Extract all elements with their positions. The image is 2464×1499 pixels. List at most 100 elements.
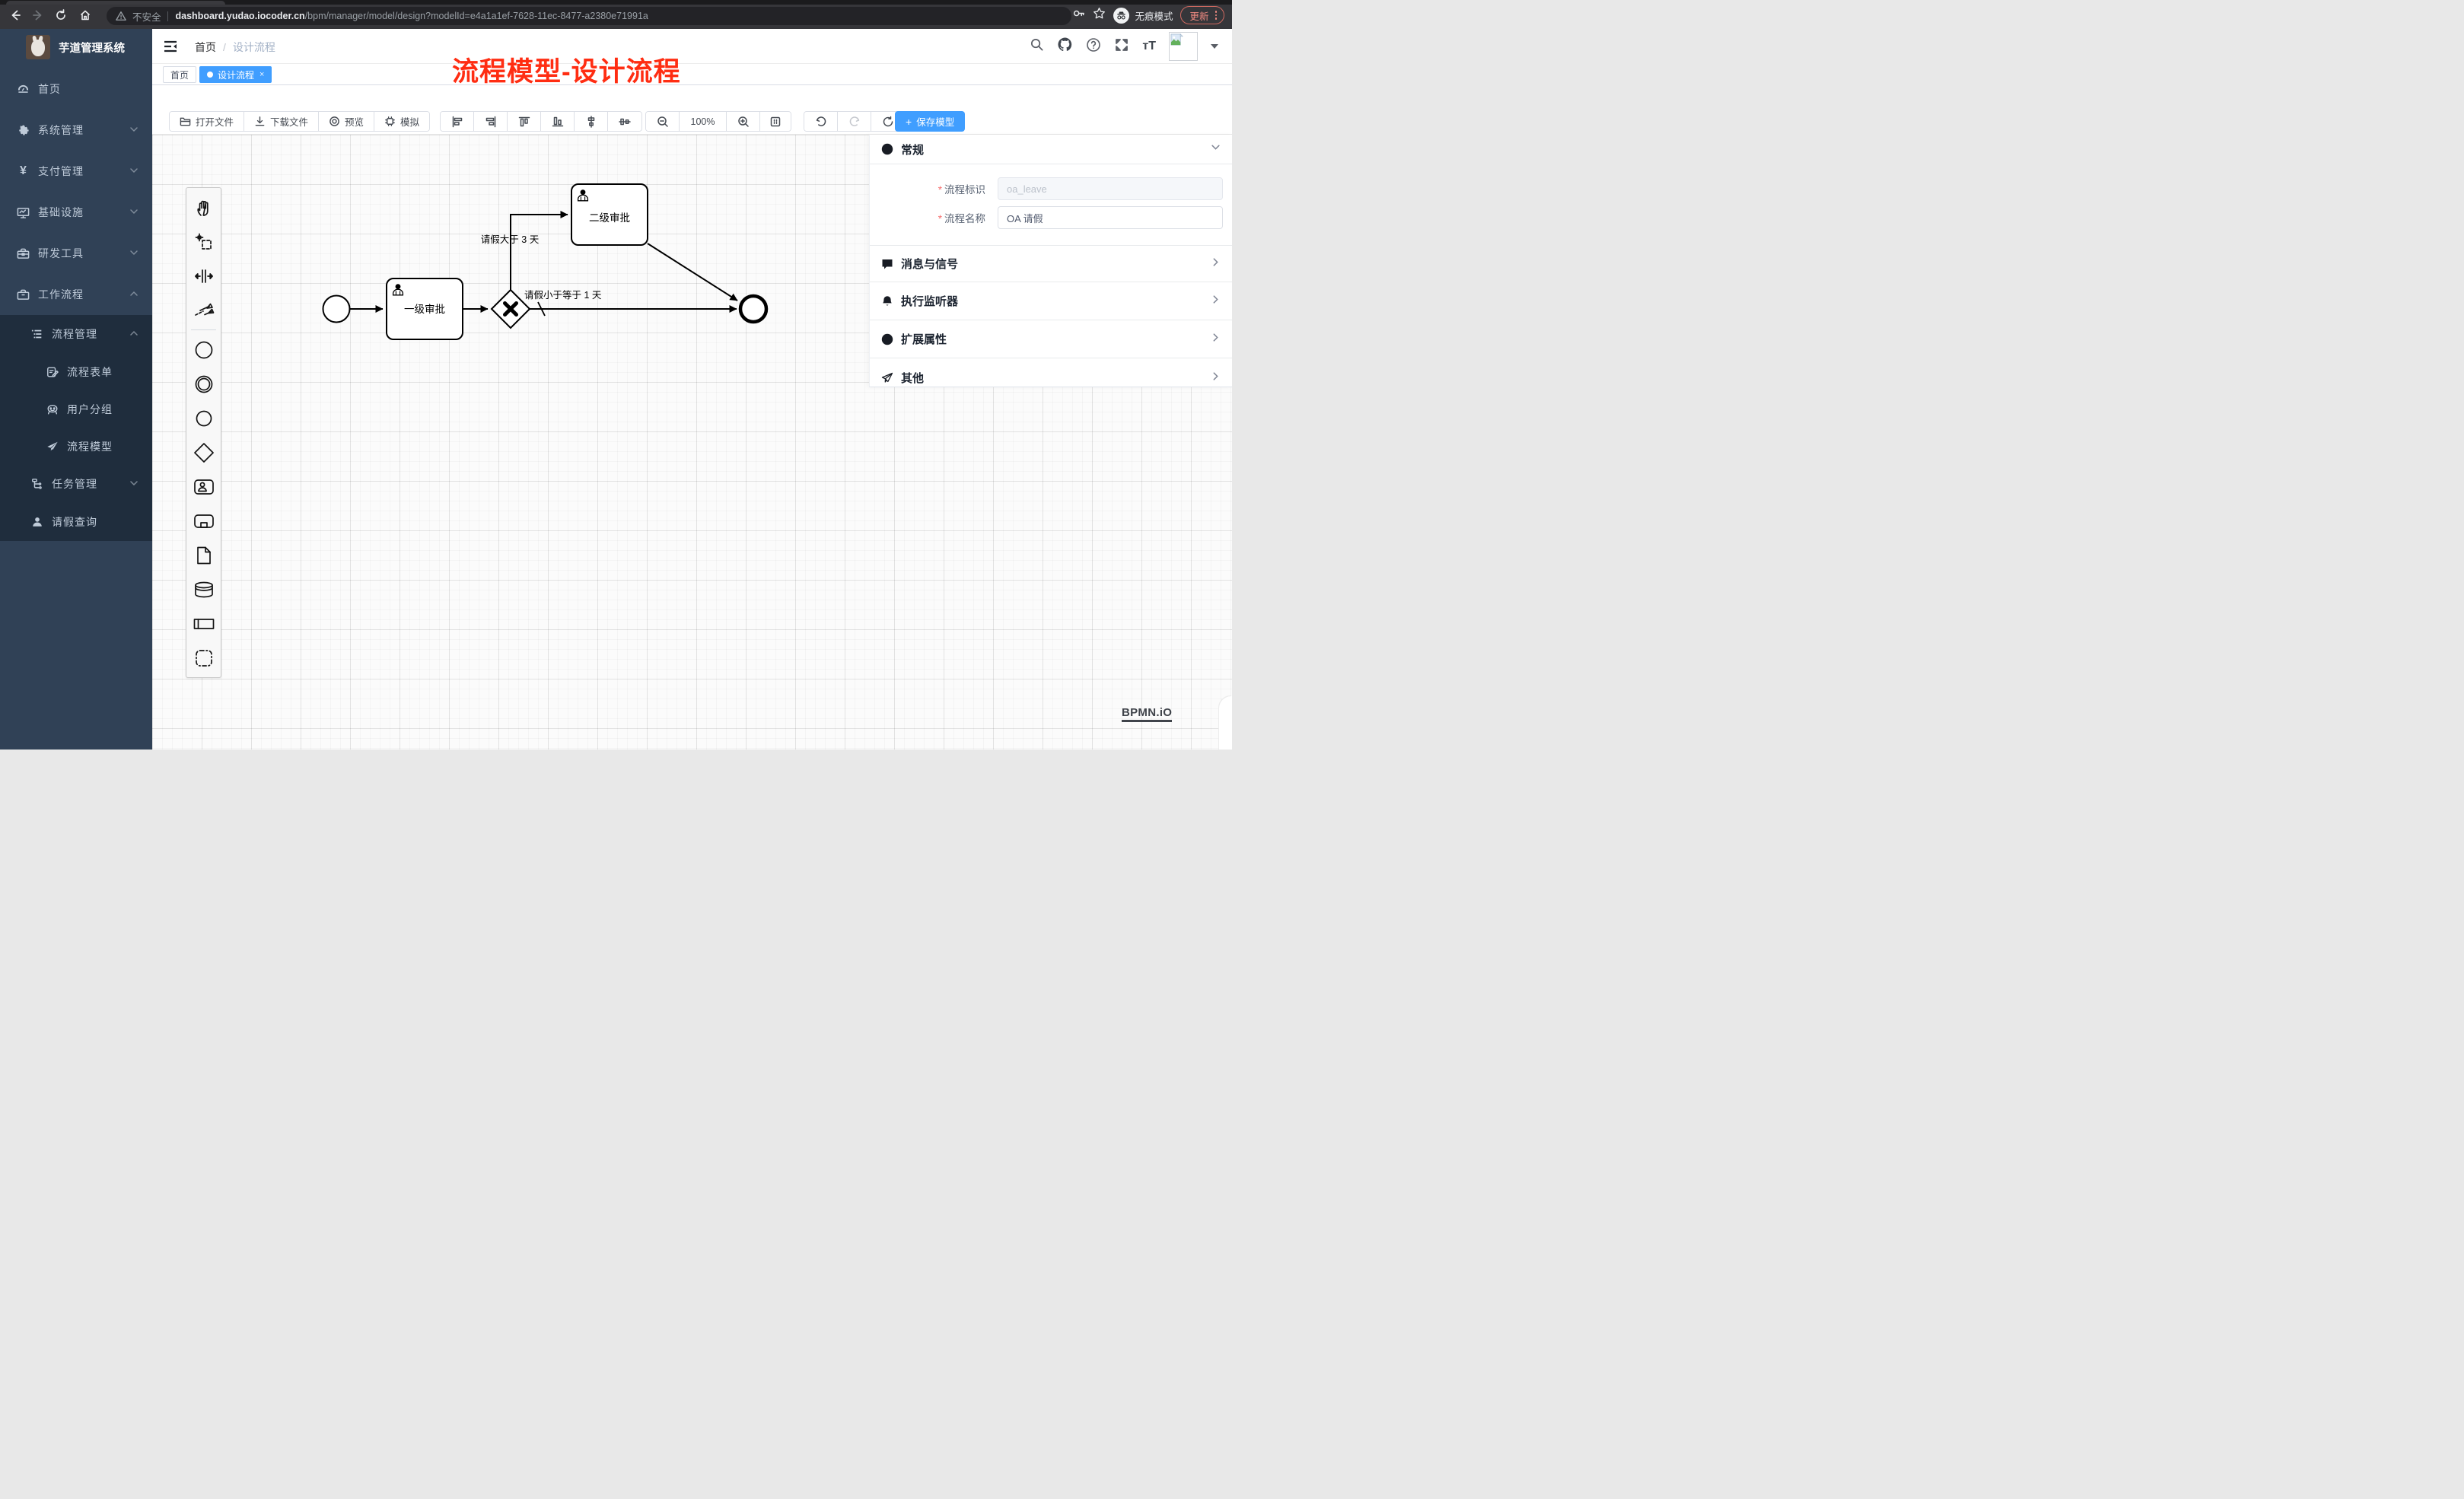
- align-hcenter-button[interactable]: [608, 112, 641, 131]
- chevron-up-icon: [129, 288, 138, 301]
- collapse-sidebar-icon[interactable]: [163, 39, 178, 54]
- section-message-signal[interactable]: 消息与信号: [870, 245, 1232, 282]
- app-logo[interactable]: 芋道管理系统: [0, 29, 152, 65]
- scrollbar-thumb[interactable]: [1219, 696, 1232, 750]
- start-event[interactable]: [323, 296, 350, 323]
- close-tab-icon[interactable]: ×: [259, 71, 264, 79]
- address-bar[interactable]: 不安全 dashboard.yudao.iocoder.cn/bpm/manag…: [107, 7, 1071, 25]
- button-label: 模拟: [400, 114, 419, 129]
- update-button[interactable]: 更新: [1180, 6, 1224, 24]
- screen: 不安全 dashboard.yudao.iocoder.cn/bpm/manag…: [0, 0, 1232, 750]
- end-event[interactable]: [740, 296, 766, 322]
- open-file-button[interactable]: 打开文件: [170, 112, 244, 131]
- browser-chrome: 不安全 dashboard.yudao.iocoder.cn/bpm/manag…: [0, 0, 1232, 29]
- yen-icon: ¥: [17, 165, 30, 178]
- process-key-input[interactable]: [998, 177, 1223, 200]
- bell-icon: [881, 295, 893, 307]
- browser-forward-icon[interactable]: [29, 6, 47, 24]
- align-vcenter-button[interactable]: [575, 112, 608, 131]
- user-task-level1[interactable]: 一级审批: [387, 278, 463, 339]
- app-header: 首页 / 设计流程 ᴛT: [152, 29, 1232, 64]
- zoom-in-button[interactable]: [727, 112, 760, 131]
- align-left-button[interactable]: [441, 112, 474, 131]
- process-name-input[interactable]: [998, 206, 1223, 229]
- align-bottom-button[interactable]: [541, 112, 575, 131]
- sidebar-item-label: 基础设施: [38, 205, 129, 220]
- flow-gateway-to-task2[interactable]: [511, 215, 568, 290]
- sidebar-item-system[interactable]: 系统管理: [0, 110, 152, 151]
- align-right-button[interactable]: [474, 112, 508, 131]
- sidebar-item-process-model[interactable]: 流程模型: [0, 428, 152, 465]
- browser-tabstrip: [0, 0, 1232, 5]
- flow-task2-to-end[interactable]: [648, 243, 737, 301]
- zoom-out-button[interactable]: [646, 112, 680, 131]
- browser-back-icon[interactable]: [6, 6, 24, 24]
- tab-label: 首页: [170, 68, 189, 81]
- bpmn-canvas[interactable]: 一级审批 二级审批: [152, 134, 1232, 750]
- sidebar-item-workflow[interactable]: 工作流程: [0, 274, 152, 315]
- user-task-level2[interactable]: 二级审批: [571, 184, 648, 245]
- toolbox-icon: [17, 247, 30, 260]
- sidebar-item-label: 流程模型: [67, 439, 138, 454]
- sidebar-item-process-mgmt[interactable]: 流程管理: [0, 315, 152, 353]
- save-model-button[interactable]: + 保存模型: [895, 111, 965, 132]
- sidebar-item-dev[interactable]: 研发工具: [0, 233, 152, 274]
- simulate-button[interactable]: 模拟: [374, 112, 429, 131]
- avatar[interactable]: [1169, 32, 1198, 61]
- field-label: *流程名称: [870, 210, 998, 225]
- bookmark-star-icon[interactable]: [1093, 7, 1106, 24]
- section-general[interactable]: 常规: [870, 135, 1232, 164]
- bpmn-io-watermark[interactable]: BPMN.iO: [1122, 706, 1172, 722]
- tab-home[interactable]: 首页: [163, 66, 196, 83]
- browser-menu-icon[interactable]: [1215, 11, 1218, 20]
- flow-label-gt3[interactable]: 请假大于 3 天: [481, 234, 540, 245]
- browser-window-tab[interactable]: [6, 1, 225, 5]
- chevron-down-icon: [129, 478, 138, 490]
- search-icon[interactable]: [1030, 37, 1044, 56]
- password-key-icon[interactable]: [1072, 7, 1085, 24]
- chevron-up-icon: [129, 328, 138, 340]
- url-path: /bpm/manager/model/design?modelId=e4a1a1…: [305, 11, 648, 21]
- info-icon: [881, 143, 893, 155]
- section-extended-attrs[interactable]: 扩展属性: [870, 320, 1232, 358]
- flow-label-le1[interactable]: 请假小于等于 1 天: [524, 289, 602, 301]
- browser-reload-icon[interactable]: [52, 6, 70, 24]
- section-title: 执行监听器: [901, 293, 1203, 309]
- sidebar-item-task-mgmt[interactable]: 任务管理: [0, 465, 152, 503]
- preview-button[interactable]: 预览: [319, 112, 374, 131]
- undo-button[interactable]: [804, 112, 838, 131]
- button-label: 下载文件: [270, 114, 308, 129]
- github-icon[interactable]: [1057, 37, 1073, 56]
- fullscreen-icon[interactable]: [1114, 37, 1129, 56]
- sidebar-item-process-form[interactable]: 流程表单: [0, 353, 152, 390]
- field-label: *流程标识: [870, 181, 998, 196]
- zoom-out-icon: [657, 116, 669, 128]
- sidebar-item-pay[interactable]: ¥ 支付管理: [0, 151, 152, 192]
- chevron-right-icon: [1211, 333, 1221, 346]
- message-icon: [881, 258, 893, 270]
- tab-design-process[interactable]: 设计流程 ×: [199, 66, 272, 83]
- sidebar-item-infra[interactable]: 基础设施: [0, 192, 152, 233]
- browser-home-icon[interactable]: [76, 6, 94, 24]
- redo-button[interactable]: [838, 112, 871, 131]
- tree-list-icon: [30, 328, 43, 341]
- align-top-button[interactable]: [508, 112, 541, 131]
- breadcrumb-home[interactable]: 首页: [195, 40, 216, 55]
- properties-panel: 常规 *流程标识 *流程名称 消息与信号 执行监听器: [869, 135, 1232, 387]
- general-form: *流程标识 *流程名称: [870, 164, 1232, 245]
- zoom-level[interactable]: 100%: [680, 112, 727, 131]
- chevron-down-icon: [129, 165, 138, 177]
- help-icon[interactable]: [1086, 37, 1101, 56]
- undo-icon: [815, 116, 827, 128]
- download-file-button[interactable]: 下载文件: [244, 112, 319, 131]
- reset-view-button[interactable]: [760, 112, 791, 131]
- button-label: 预览: [345, 114, 364, 129]
- section-other[interactable]: 其他: [870, 358, 1232, 397]
- avatar-caret-icon[interactable]: [1211, 44, 1218, 49]
- sidebar-item-home[interactable]: 首页: [0, 68, 152, 110]
- font-size-icon[interactable]: ᴛT: [1142, 40, 1156, 53]
- sidebar-item-leave-query[interactable]: 请假查询: [0, 503, 152, 541]
- redo-icon: [848, 116, 861, 128]
- sidebar-item-user-group[interactable]: 用户分组: [0, 390, 152, 428]
- section-execution-listener[interactable]: 执行监听器: [870, 282, 1232, 320]
